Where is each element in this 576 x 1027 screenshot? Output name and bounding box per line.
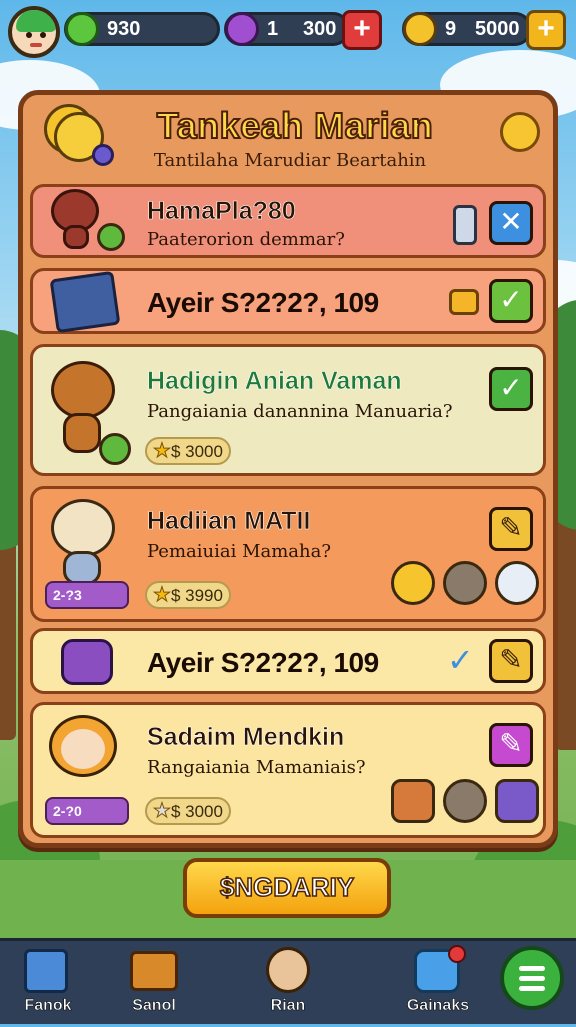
- list-item[interactable]: 2-?0 Sadaim Mendkin Rangaiania Mamaniais…: [30, 702, 546, 838]
- purple-coin-stack-icon: [61, 639, 113, 685]
- nav-item-fanok[interactable]: Fanok: [0, 941, 96, 1027]
- confirm-button[interactable]: ✓: [489, 367, 533, 411]
- gold-coins-icon: [44, 104, 114, 166]
- star-icon: ★: [153, 584, 172, 607]
- item-price: ★$ 3000: [145, 797, 231, 825]
- list-item[interactable]: HamaPla?80 Paaterorion demmar? ✕: [30, 184, 546, 258]
- level-tag: 2-?3: [45, 581, 129, 609]
- star-icon: ★: [153, 440, 172, 463]
- green-gem-value: 930: [107, 18, 141, 40]
- item-price: ★$ 3000: [145, 437, 231, 465]
- list-item[interactable]: Ayeir S?2?2?, 109 ✓ ✎: [30, 628, 546, 694]
- jar-icon: [453, 205, 477, 245]
- item-description: Pangaiania danannina Manuaria?: [147, 401, 453, 422]
- purple-gem-value-b: 300: [303, 18, 337, 40]
- plus-badge-icon: [97, 223, 125, 251]
- item-name: Hadiian MATII: [147, 507, 311, 536]
- item-name: Hadigin Anian Vaman: [147, 367, 402, 396]
- panel-title: Tankeah Marian: [156, 104, 434, 147]
- remove-button[interactable]: ✕: [489, 201, 533, 245]
- flower-badge-icon[interactable]: [500, 112, 540, 152]
- edit-button[interactable]: ✎: [489, 723, 533, 767]
- edit-button[interactable]: ✎: [489, 507, 533, 551]
- add-gold-coin-button[interactable]: +: [526, 10, 566, 50]
- plus-badge-icon: [99, 433, 131, 465]
- tool-reward-icon[interactable]: [443, 779, 487, 823]
- gold-coin-value-b: 5000: [475, 18, 520, 40]
- item-description: Paaterorion demmar?: [147, 229, 345, 250]
- nav-item-gainaks[interactable]: Gainaks: [390, 941, 486, 1027]
- gold-coin-icon: [449, 289, 479, 315]
- list-item[interactable]: 2-?3 Hadiian MATII Pemaiuiai Mamaha? ★$ …: [30, 486, 546, 622]
- crate-icon: [24, 949, 68, 993]
- item-name: Ayeir S?2?2?, 109: [147, 287, 379, 318]
- menu-icon-bar: [519, 986, 545, 991]
- confirm-main-button[interactable]: $NGDARIY: [183, 858, 391, 918]
- gold-coin-value-a: 9: [445, 18, 457, 40]
- treasure-chest-icon: [49, 270, 121, 334]
- menu-icon-bar: [519, 966, 545, 971]
- list-item[interactable]: Hadigin Anian Vaman Pangaiania danannina…: [30, 344, 546, 476]
- menu-icon-bar: [519, 976, 545, 981]
- top-bar: 930 1 300 + 9 5000 +: [0, 0, 576, 62]
- item-name: Sadaim Mendkin: [147, 723, 345, 752]
- edit-button[interactable]: ✎: [489, 639, 533, 683]
- list-item[interactable]: Ayeir S?2?2?, 109 ✓: [30, 268, 546, 334]
- resource-green-gem: 930: [64, 12, 220, 46]
- main-menu-button[interactable]: [500, 946, 564, 1010]
- add-purple-gem-button[interactable]: +: [342, 10, 382, 50]
- white-bear-icon: [47, 499, 119, 585]
- purple-gem-icon: [225, 12, 259, 46]
- tool-reward-icon[interactable]: [443, 561, 487, 605]
- confirm-button[interactable]: ✓: [489, 279, 533, 323]
- player-avatar[interactable]: [8, 6, 60, 58]
- notification-dot-icon: [448, 945, 466, 963]
- item-name: HamaPla?80: [147, 197, 296, 226]
- jar-reward-icon[interactable]: [495, 561, 539, 605]
- level-tag: 2-?0: [45, 797, 129, 825]
- bottom-nav: Fanok Sanol Rian Gainaks: [0, 938, 576, 1024]
- panel-subtitle: Tantilaha Marudiar Beartahin: [153, 150, 427, 171]
- star-icon: ★: [153, 800, 172, 823]
- green-gem-icon: [65, 12, 99, 46]
- star-reward-icon[interactable]: [391, 561, 435, 605]
- book-stack-icon: [130, 951, 178, 991]
- resource-gold-coin: 9 5000: [402, 12, 532, 46]
- gold-coin-icon: [403, 12, 437, 46]
- pet-icon: [266, 947, 310, 993]
- nav-item-rian[interactable]: Rian: [240, 941, 336, 1027]
- book-reward-icon[interactable]: [495, 779, 539, 823]
- item-description: Rangaiania Mamaniais?: [147, 757, 366, 778]
- item-description: Pemaiuiai Mamaha?: [147, 541, 332, 562]
- checkmark-icon: ✓: [447, 642, 474, 678]
- item-price: ★$ 3990: [145, 581, 231, 609]
- purple-gem-value-a: 1: [267, 18, 279, 40]
- nav-item-sanol[interactable]: Sanol: [106, 941, 202, 1027]
- item-name: Ayeir S?2?2?, 109: [147, 647, 379, 678]
- girl-character-icon: [47, 715, 119, 801]
- frame-reward-icon[interactable]: [391, 779, 435, 823]
- resource-purple-gem: 1 300: [224, 12, 350, 46]
